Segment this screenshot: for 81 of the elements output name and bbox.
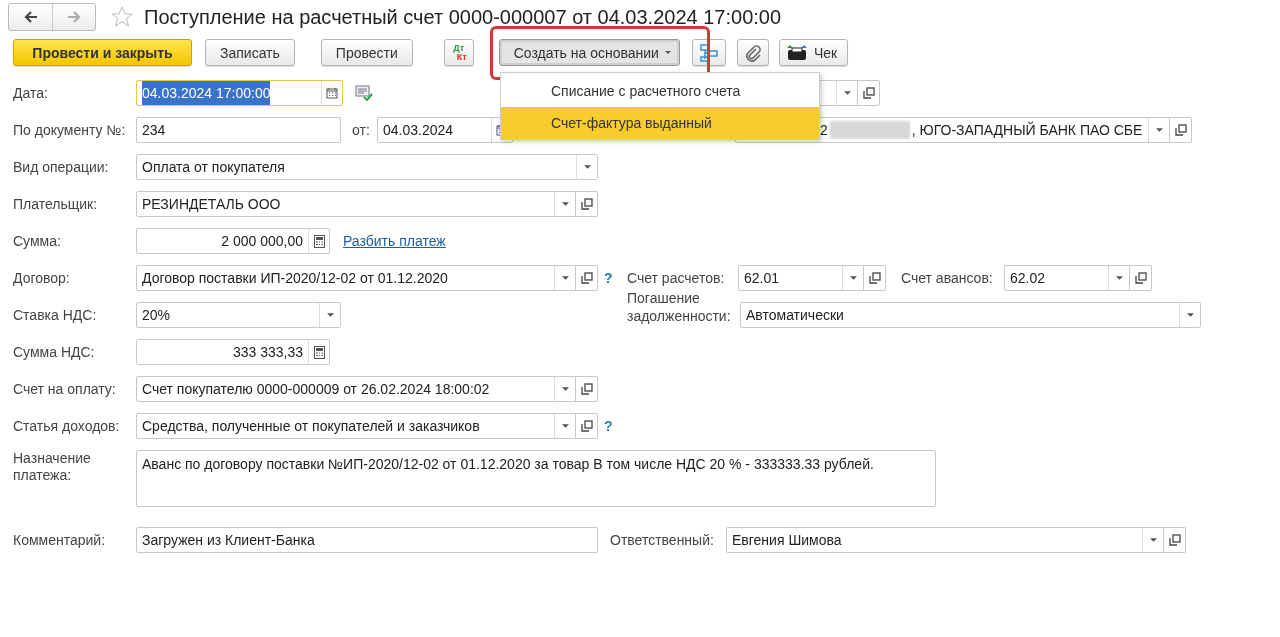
- field-label: от:: [352, 121, 371, 140]
- back-arrow-icon: [23, 11, 38, 23]
- journal-entries-button[interactable]: Дт Кт: [443, 39, 474, 66]
- field-label: Дата:: [13, 84, 49, 103]
- dropdown-arrow-icon[interactable]: [1149, 538, 1157, 542]
- amount-field[interactable]: 333 333,33: [136, 339, 330, 365]
- open-icon[interactable]: [1168, 534, 1181, 546]
- open-icon[interactable]: [868, 272, 881, 284]
- dropdown-arrow-icon[interactable]: [849, 276, 857, 280]
- toolbar-button[interactable]: Записать: [205, 39, 295, 66]
- forward-arrow-icon: [67, 11, 81, 23]
- dropdown-arrow-icon[interactable]: [561, 387, 569, 391]
- select-field[interactable]: 20%: [136, 302, 341, 328]
- select-field[interactable]: 62.02: [1004, 265, 1152, 291]
- open-icon[interactable]: [862, 87, 875, 99]
- field-label: Погашение задолженности:: [627, 289, 732, 325]
- date-field[interactable]: 04.03.2024 17:00:00: [136, 80, 343, 106]
- field-label: Сумма НДС:: [13, 343, 96, 362]
- open-icon[interactable]: [1134, 272, 1147, 284]
- select-field[interactable]: Договор поставки ИП-2020/12-02 от 01.12.2020: [136, 265, 598, 291]
- star-icon[interactable]: [110, 5, 134, 29]
- field-label: Ответственный:: [610, 531, 715, 550]
- receipt-button[interactable]: Чек: [778, 39, 849, 66]
- menu-item[interactable]: Счет-фактура выданный: [501, 107, 819, 139]
- select-field[interactable]: Евгения Шимова: [726, 527, 1186, 553]
- help-link[interactable]: ?: [604, 413, 616, 439]
- create-based-on-button[interactable]: Создать на основании: [498, 39, 680, 66]
- field-label: Вид операции:: [13, 158, 110, 177]
- toolbar-button[interactable]: Провести: [320, 39, 413, 66]
- field-label: Счет на оплату:: [13, 380, 117, 399]
- select-field[interactable]: Счет покупателю 0000-000009 от 26.02.2024 18:00:02: [136, 376, 598, 402]
- menu-item[interactable]: Списание с расчетного счета: [501, 75, 819, 107]
- field-label: Договор:: [13, 269, 71, 288]
- document-check-icon[interactable]: [355, 85, 373, 101]
- dropdown-arrow-icon[interactable]: [1155, 128, 1163, 132]
- field-label: Статья доходов:: [13, 417, 121, 436]
- dropdown-arrow-icon[interactable]: [1115, 276, 1123, 280]
- printer-icon: [785, 43, 808, 62]
- field-value: 2: [820, 121, 828, 140]
- calculator-icon[interactable]: [313, 345, 325, 359]
- field-label: По документу №:: [13, 121, 127, 140]
- field-label: Комментарий:: [13, 531, 107, 550]
- attachment-button[interactable]: [736, 39, 769, 66]
- dropdown-arrow-icon[interactable]: [843, 91, 851, 95]
- split-payment-link[interactable]: Разбить платеж: [343, 228, 446, 254]
- open-icon[interactable]: [580, 272, 593, 284]
- dropdown-arrow-icon[interactable]: [583, 165, 591, 169]
- post-and-close-button[interactable]: Провести и закрыть: [13, 39, 192, 66]
- help-link[interactable]: ?: [604, 265, 616, 291]
- caret-icon: [664, 51, 671, 54]
- calendar-icon[interactable]: [326, 87, 338, 99]
- field-label: Сумма:: [13, 232, 62, 251]
- select-field[interactable]: РЕЗИНДЕТАЛЬ ООО: [136, 191, 598, 217]
- open-icon[interactable]: [580, 383, 593, 395]
- field-label: Назначение платежа:: [13, 450, 92, 484]
- dropdown-arrow-icon[interactable]: [561, 202, 569, 206]
- dropdown-arrow-icon[interactable]: [326, 313, 334, 317]
- dropdown-arrow-icon[interactable]: [561, 276, 569, 280]
- select-field[interactable]: Оплата от покупателя: [136, 154, 598, 180]
- field-label: Счет расчетов:: [627, 269, 726, 288]
- paperclip-icon: [743, 43, 762, 62]
- field-label: Плательщик:: [13, 195, 99, 214]
- text-area[interactable]: Аванс по договору поставки №ИП-2020/12-02 от 01.12.2020 за товар В том числе НДС 20 % - 333333.33 рублей.: [136, 450, 936, 507]
- dropdown-arrow-icon[interactable]: [1186, 313, 1194, 317]
- open-icon[interactable]: [580, 420, 593, 432]
- structure-icon: [698, 42, 719, 63]
- select-field[interactable]: 62.01: [738, 265, 886, 291]
- dropdown-arrow-icon[interactable]: [561, 424, 569, 428]
- field-value: , ЮГО-ЗАПАДНЫЙ БАНК ПАО СБЕ: [911, 120, 1143, 140]
- select-field[interactable]: Автоматически: [740, 302, 1201, 328]
- calculator-icon[interactable]: [313, 234, 325, 248]
- input-field[interactable]: 234: [136, 117, 341, 143]
- field-label: Ставка НДС:: [13, 306, 98, 325]
- open-icon[interactable]: [580, 198, 593, 210]
- open-icon[interactable]: [1174, 124, 1187, 136]
- field-label: Счет авансов:: [901, 269, 994, 288]
- date-field[interactable]: 04.03.2024: [377, 117, 513, 143]
- amount-field[interactable]: 2 000 000,00: [136, 228, 330, 254]
- select-field[interactable]: Средства, полученные от покупателей и заказчиков: [136, 413, 598, 439]
- window-title: Поступление на расчетный счет 0000-000007 от 04.03.2024 17:00:00: [144, 5, 782, 29]
- input-field[interactable]: Загружен из Клиент-Банка: [136, 527, 598, 553]
